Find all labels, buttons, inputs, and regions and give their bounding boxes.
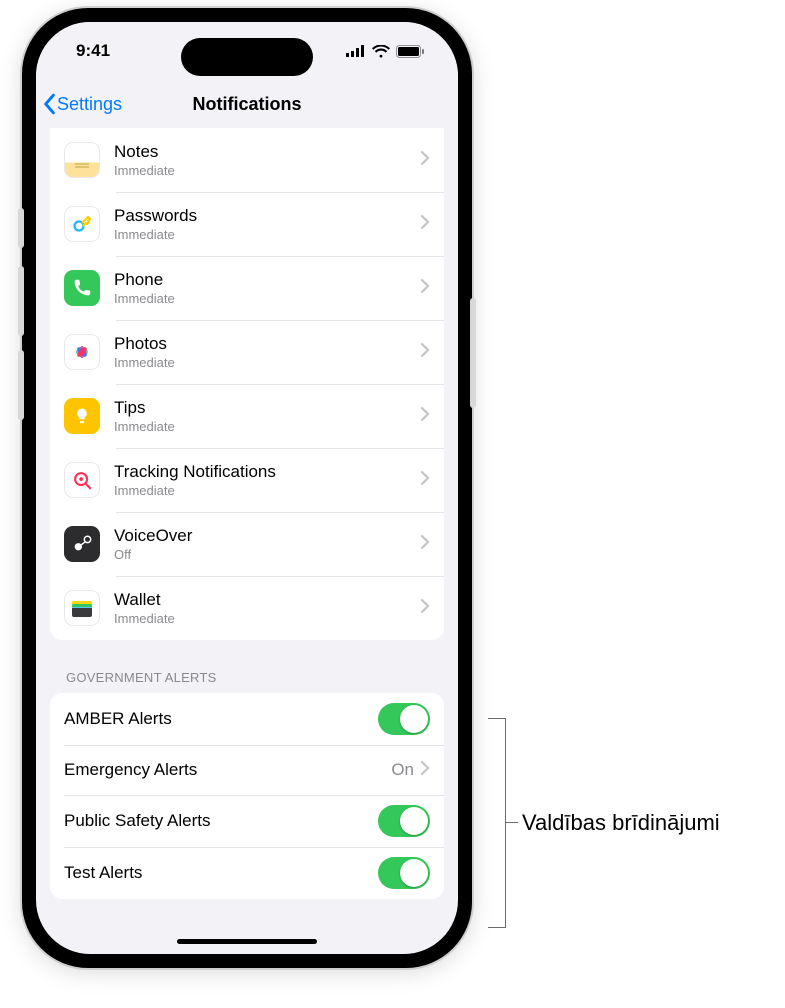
row-subtitle: Immediate (114, 611, 420, 626)
chevron-right-icon (420, 342, 430, 363)
row-title: Phone (114, 270, 420, 290)
side-button-vol-up (18, 266, 24, 336)
gov-row-2: Public Safety Alerts (50, 795, 444, 847)
row-subtitle: Immediate (114, 227, 420, 242)
cellular-icon (346, 45, 366, 57)
callout-label: Valdības brīdinājumi (522, 810, 720, 836)
home-indicator[interactable] (177, 939, 317, 944)
toggle-switch[interactable] (378, 805, 430, 837)
callout-line (506, 822, 518, 823)
row-subtitle: Immediate (114, 291, 420, 306)
back-button[interactable]: Settings (42, 93, 122, 115)
side-button-vol-down (18, 350, 24, 420)
wallet-app-icon (64, 590, 100, 626)
app-list-group: NotesImmediatePasswordsImmediatePhoneImm… (50, 128, 444, 640)
row-text: Test Alerts (64, 863, 378, 883)
chevron-left-icon (42, 93, 56, 115)
passwords-app-icon (64, 206, 100, 242)
app-row-wallet[interactable]: WalletImmediate (50, 576, 444, 640)
gov-row-1[interactable]: Emergency AlertsOn (50, 745, 444, 795)
row-title: Emergency Alerts (64, 760, 391, 780)
row-text: Emergency Alerts (64, 760, 391, 780)
government-alerts-header: Government Alerts (36, 640, 458, 693)
row-title: Tracking Notifications (114, 462, 420, 482)
tracking-app-icon (64, 462, 100, 498)
notes-app-icon (64, 142, 100, 178)
row-subtitle: Immediate (114, 483, 420, 498)
side-button-silent (18, 208, 24, 248)
chevron-right-icon (420, 278, 430, 299)
wifi-icon (372, 45, 390, 58)
toggle-switch[interactable] (378, 703, 430, 735)
row-text: WalletImmediate (114, 590, 420, 626)
row-title: Photos (114, 334, 420, 354)
status-time: 9:41 (76, 41, 110, 61)
row-text: TipsImmediate (114, 398, 420, 434)
app-row-phone[interactable]: PhoneImmediate (50, 256, 444, 320)
row-text: PhotosImmediate (114, 334, 420, 370)
row-text: Tracking NotificationsImmediate (114, 462, 420, 498)
screen: 9:41 Settings Notifications NotesImmedia… (36, 22, 458, 954)
row-subtitle: Immediate (114, 355, 420, 370)
row-title: Wallet (114, 590, 420, 610)
app-row-voiceover[interactable]: VoiceOverOff (50, 512, 444, 576)
chevron-right-icon (420, 534, 430, 555)
row-title: Public Safety Alerts (64, 811, 378, 831)
row-text: Public Safety Alerts (64, 811, 378, 831)
app-row-tracking[interactable]: Tracking NotificationsImmediate (50, 448, 444, 512)
row-subtitle: Off (114, 547, 420, 562)
chevron-right-icon (420, 150, 430, 171)
back-label: Settings (57, 94, 122, 115)
chevron-right-icon (420, 470, 430, 491)
gov-row-0: AMBER Alerts (50, 693, 444, 745)
phone-frame: 9:41 Settings Notifications NotesImmedia… (22, 8, 472, 968)
row-title: Test Alerts (64, 863, 378, 883)
side-button-power (470, 298, 476, 408)
row-value: On (391, 760, 414, 780)
voiceover-app-icon (64, 526, 100, 562)
battery-icon (396, 45, 424, 58)
row-text: PasswordsImmediate (114, 206, 420, 242)
row-title: VoiceOver (114, 526, 420, 546)
row-text: PhoneImmediate (114, 270, 420, 306)
government-alerts-group: AMBER Alerts Emergency AlertsOn Public Saf… (50, 693, 444, 899)
dynamic-island (181, 38, 313, 76)
row-title: Notes (114, 142, 420, 162)
app-row-photos[interactable]: PhotosImmediate (50, 320, 444, 384)
row-subtitle: Immediate (114, 419, 420, 434)
app-row-notes[interactable]: NotesImmediate (50, 128, 444, 192)
chevron-right-icon (420, 760, 430, 781)
tips-app-icon (64, 398, 100, 434)
toggle-switch[interactable] (378, 857, 430, 889)
chevron-right-icon (420, 598, 430, 619)
row-title: AMBER Alerts (64, 709, 378, 729)
gov-row-3: Test Alerts (50, 847, 444, 899)
content-scroll[interactable]: NotesImmediatePasswordsImmediatePhoneImm… (36, 128, 458, 954)
phone-app-icon (64, 270, 100, 306)
row-text: NotesImmediate (114, 142, 420, 178)
row-text: AMBER Alerts (64, 709, 378, 729)
chevron-right-icon (420, 214, 430, 235)
chevron-right-icon (420, 406, 430, 427)
photos-app-icon (64, 334, 100, 370)
row-text: VoiceOverOff (114, 526, 420, 562)
app-row-passwords[interactable]: PasswordsImmediate (50, 192, 444, 256)
row-title: Passwords (114, 206, 420, 226)
page-title: Notifications (192, 94, 301, 115)
row-subtitle: Immediate (114, 163, 420, 178)
nav-bar: Settings Notifications (36, 80, 458, 128)
row-title: Tips (114, 398, 420, 418)
callout-bracket (488, 718, 506, 928)
app-row-tips[interactable]: TipsImmediate (50, 384, 444, 448)
